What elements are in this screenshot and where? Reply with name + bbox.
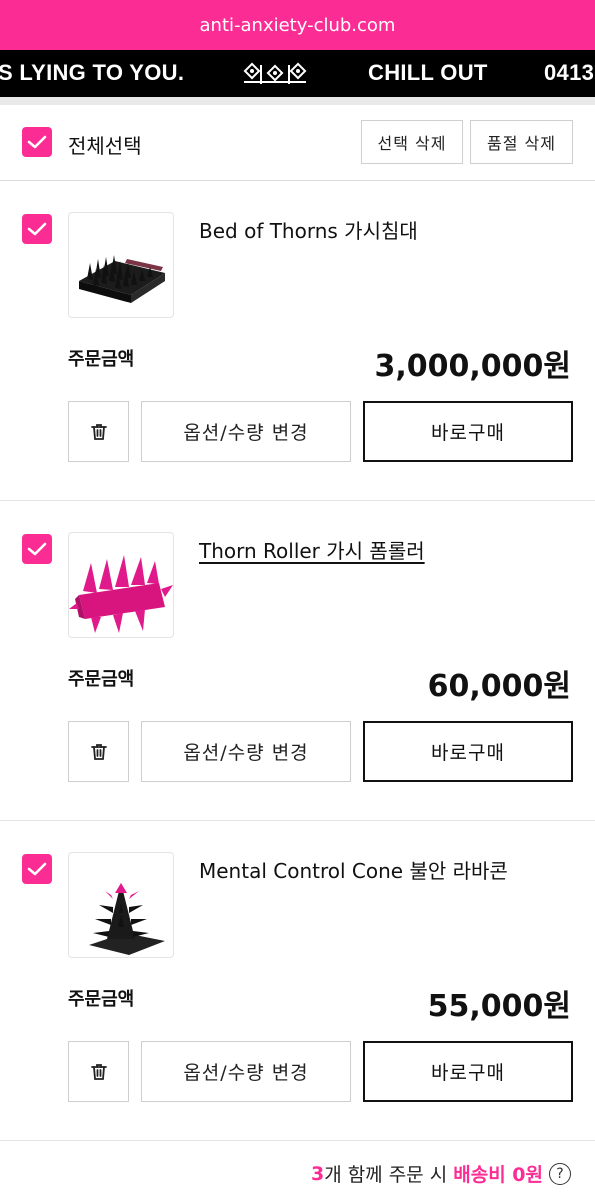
trash-icon xyxy=(90,423,107,440)
marquee-text-3: 0413 xyxy=(544,60,595,85)
select-all-row: 전체선택 선택 삭제 품절 삭제 xyxy=(0,105,595,181)
item-checkbox[interactable] xyxy=(22,854,52,884)
marquee-banner: S LYING TO YOU. CHILL OUT 0413 xyxy=(0,50,595,97)
marquee-text-2: CHILL OUT xyxy=(368,60,488,85)
check-icon xyxy=(27,542,47,556)
product-image-control-cone[interactable] xyxy=(68,852,174,958)
order-amount-label: 주문금액 xyxy=(68,349,135,370)
url-bar[interactable]: anti-anxiety-club.com xyxy=(0,0,595,50)
marquee-text-1: S LYING TO YOU. xyxy=(0,60,185,85)
section-divider xyxy=(0,97,595,105)
delete-selected-button[interactable]: 선택 삭제 xyxy=(361,120,463,164)
check-icon xyxy=(27,135,47,149)
buy-now-button[interactable]: 바로구매 xyxy=(363,401,573,462)
buy-now-label: 바로구매 xyxy=(431,742,505,764)
order-amount: 60,000원 xyxy=(427,669,571,704)
product-name-link[interactable]: Bed of Thorns 가시침대 xyxy=(199,215,418,244)
shipping-note-text: 개 함께 주문 시 xyxy=(324,1164,454,1186)
order-amount-label: 주문금액 xyxy=(68,989,135,1010)
buy-now-label: 바로구매 xyxy=(431,1062,505,1084)
shipping-note: 3 개 함께 주문 시 배송비 0원 ? xyxy=(311,1160,571,1187)
check-icon xyxy=(27,222,47,236)
order-amount: 3,000,000원 xyxy=(374,349,571,384)
change-option-label: 옵션/수량 변경 xyxy=(183,742,309,764)
trash-icon xyxy=(90,1063,107,1080)
change-option-button[interactable]: 옵션/수량 변경 xyxy=(141,1041,351,1102)
delete-soldout-label: 품절 삭제 xyxy=(487,134,556,153)
product-name-link[interactable]: Mental Control Cone 불안 라바콘 xyxy=(199,855,508,884)
order-amount-label: 주문금액 xyxy=(68,669,135,690)
item-checkbox[interactable] xyxy=(22,214,52,244)
change-option-label: 옵션/수량 변경 xyxy=(183,422,309,444)
select-all-label: 전체선택 xyxy=(68,134,142,158)
change-option-button[interactable]: 옵션/수량 변경 xyxy=(141,401,351,462)
delete-item-button[interactable] xyxy=(68,1041,129,1102)
cart-item: Mental Control Cone 불안 라바콘 주문금액 55,000원 … xyxy=(0,821,595,1141)
product-image-thorn-roller[interactable] xyxy=(68,532,174,638)
buy-now-button[interactable]: 바로구매 xyxy=(363,721,573,782)
cart-item: Bed of Thorns 가시침대 주문금액 3,000,000원 옵션/수량… xyxy=(0,181,595,501)
select-all-checkbox[interactable] xyxy=(22,127,52,157)
club-logo-icon xyxy=(243,62,307,84)
delete-soldout-button[interactable]: 품절 삭제 xyxy=(470,120,573,164)
check-icon xyxy=(27,862,47,876)
product-name-link[interactable]: Thorn Roller 가시 폼롤러 xyxy=(199,535,425,564)
buy-now-label: 바로구매 xyxy=(431,422,505,444)
change-option-label: 옵션/수량 변경 xyxy=(183,1062,309,1084)
buy-now-button[interactable]: 바로구매 xyxy=(363,1041,573,1102)
change-option-button[interactable]: 옵션/수량 변경 xyxy=(141,721,351,782)
free-shipping-highlight: 배송비 0원 xyxy=(453,1164,543,1186)
help-circle-icon[interactable]: ? xyxy=(549,1162,571,1185)
item-count: 3 xyxy=(310,1162,325,1185)
product-image-bed-of-thorns[interactable] xyxy=(68,212,174,318)
order-amount: 55,000원 xyxy=(427,989,571,1024)
delete-item-button[interactable] xyxy=(68,401,129,462)
item-checkbox[interactable] xyxy=(22,534,52,564)
url-text: anti-anxiety-club.com xyxy=(199,14,396,36)
delete-item-button[interactable] xyxy=(68,721,129,782)
cart-item: Thorn Roller 가시 폼롤러 주문금액 60,000원 옵션/수량 변… xyxy=(0,501,595,821)
delete-selected-label: 선택 삭제 xyxy=(377,134,447,153)
trash-icon xyxy=(90,743,107,760)
